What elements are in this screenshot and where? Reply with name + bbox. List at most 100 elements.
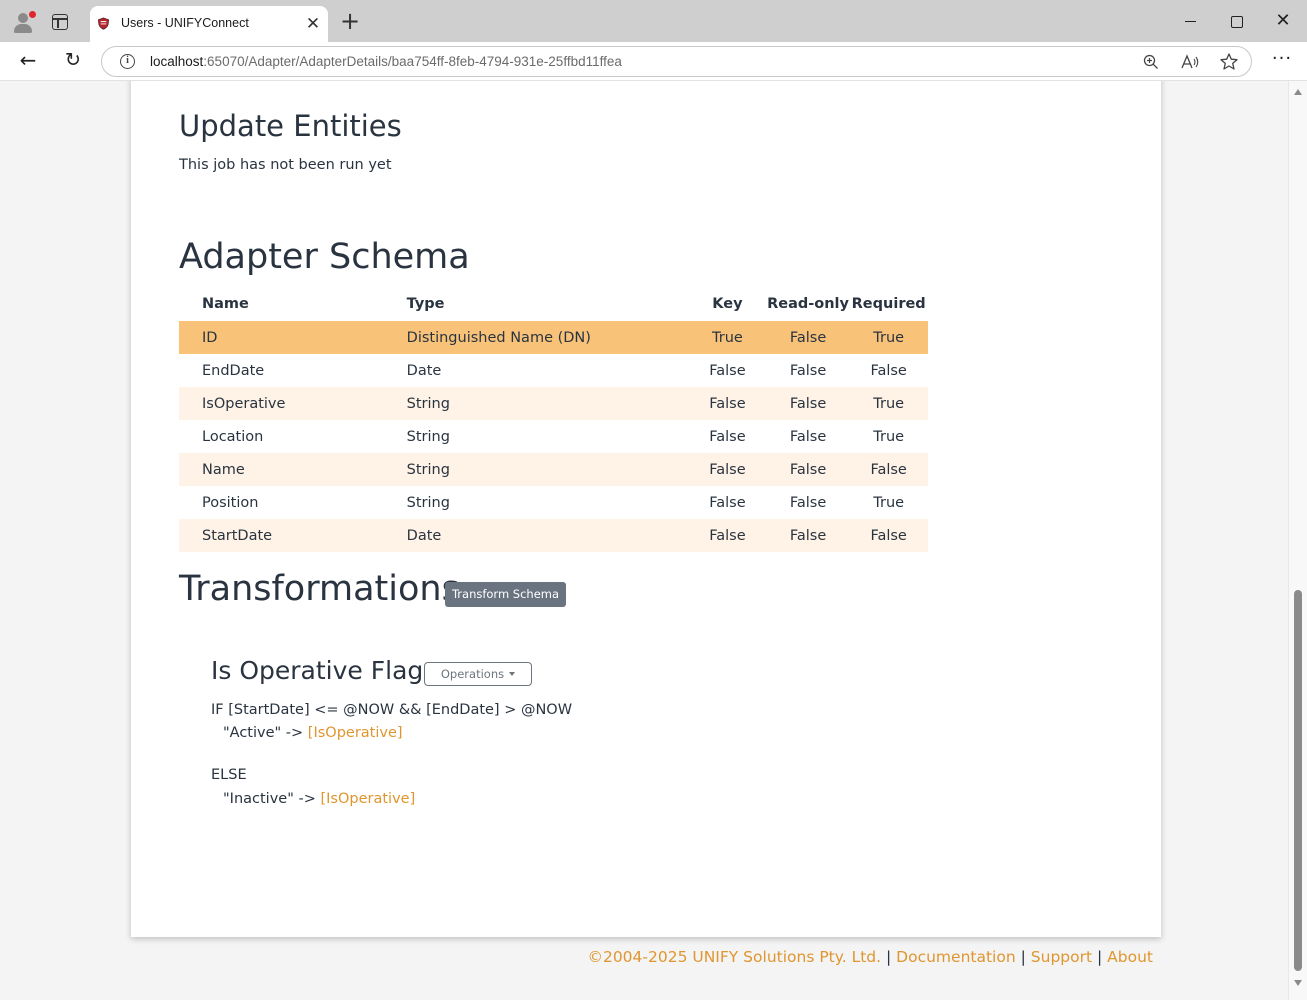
page-viewport: Update Entities This job has not been ru… (0, 81, 1288, 1000)
table-row[interactable]: IsOperative String False False True (179, 387, 928, 420)
scrollbar-thumb[interactable] (1294, 590, 1302, 971)
url-bar[interactable]: i localhost:65070/Adapter/AdapterDetails… (101, 46, 1252, 77)
cell-name: Position (202, 494, 259, 511)
tab-close-icon[interactable]: ✕ (303, 14, 323, 34)
star-icon[interactable] (1219, 52, 1239, 72)
documentation-link[interactable]: Documentation (896, 948, 1016, 966)
minimize-icon[interactable] (1180, 12, 1200, 32)
cell-name: IsOperative (179, 387, 384, 420)
transform-else-line: ELSE (211, 767, 247, 783)
cell-required: True (873, 494, 905, 511)
cell-readonly: False (766, 321, 850, 354)
browser-tab[interactable]: Users - UNIFYConnect ✕ (90, 6, 328, 42)
cell-key: False (709, 362, 746, 379)
browser-tab-strip: Users - UNIFYConnect ✕ + ✕ (0, 0, 1307, 42)
cell-type: Date (406, 362, 442, 379)
column-header-required: Required (851, 296, 926, 312)
table-row[interactable]: Position String False False True (179, 486, 928, 519)
cell-readonly: False (789, 428, 827, 445)
content-card: Update Entities This job has not been ru… (131, 81, 1161, 937)
cell-required: True (849, 321, 928, 354)
zoom-in-icon[interactable] (1142, 53, 1160, 71)
cell-name: ID (179, 321, 384, 354)
table-row[interactable]: ID Distinguished Name (DN) True False Tr… (179, 321, 928, 354)
table-header-row: Name Type Key Read-only Required (179, 287, 928, 321)
is-operative-flag-heading: Is Operative Flag (211, 656, 424, 685)
tab-actions-icon[interactable] (52, 14, 68, 30)
transform-else-value-line: "Inactive" -> [IsOperative] (223, 791, 415, 807)
column-header-readonly: Read-only (767, 296, 849, 312)
window-close-icon[interactable]: ✕ (1272, 10, 1294, 32)
table-row[interactable]: Location String False False True (179, 420, 928, 453)
cell-required: False (870, 362, 907, 379)
transform-if-line: IF [StartDate] <= @NOW && [EndDate] > @N… (211, 702, 573, 718)
read-aloud-icon[interactable] (1180, 53, 1200, 71)
operations-dropdown-button[interactable]: Operations (424, 662, 532, 686)
page-footer: ©2004-2025 UNIFY Solutions Pty. Ltd. | D… (587, 948, 1153, 966)
transform-then-line: "Active" -> [IsOperative] (223, 725, 403, 741)
adapter-schema-table: Name Type Key Read-only Required ID Dist… (179, 287, 928, 552)
cell-required: False (849, 519, 928, 552)
then-value: "Active" -> (223, 725, 304, 741)
transform-schema-button[interactable]: Transform Schema (445, 582, 566, 607)
cell-type: String (383, 453, 689, 486)
operations-label: Operations (440, 667, 505, 681)
cell-readonly: False (766, 519, 850, 552)
cell-key: False (688, 387, 767, 420)
cell-type: String (406, 494, 450, 511)
column-header-key: Key (712, 296, 743, 312)
cell-type: Date (383, 519, 689, 552)
column-header-type: Type (406, 296, 445, 312)
column-header-name: Name (202, 296, 249, 312)
refresh-icon[interactable]: ↻ (62, 49, 84, 71)
vertical-scrollbar[interactable] (1288, 81, 1307, 1000)
cell-type: Distinguished Name (DN) (383, 321, 689, 354)
cell-name: Location (202, 428, 264, 445)
update-entities-heading: Update Entities (179, 109, 402, 143)
new-tab-button[interactable]: + (338, 9, 362, 34)
cell-name: Name (179, 453, 384, 486)
cell-key: False (709, 494, 746, 511)
cell-required: True (849, 387, 928, 420)
footer-separator: | (886, 948, 892, 966)
cell-required: False (849, 453, 928, 486)
cell-required: True (873, 428, 905, 445)
caret-down-icon (509, 671, 516, 676)
cell-key: False (688, 453, 767, 486)
cell-name: EndDate (202, 362, 265, 379)
table-row[interactable]: Name String False False False (179, 453, 928, 486)
footer-separator: | (1020, 948, 1026, 966)
cell-name: StartDate (179, 519, 384, 552)
cell-key: True (688, 321, 767, 354)
tab-title: Users - UNIFYConnect (121, 16, 249, 30)
cell-type: String (383, 387, 689, 420)
update-entities-status: This job has not been run yet (179, 157, 392, 173)
info-icon[interactable]: i (120, 54, 135, 69)
url-text[interactable]: localhost:65070/Adapter/AdapterDetails/b… (150, 54, 622, 69)
cell-readonly: False (766, 453, 850, 486)
else-target-attribute: [IsOperative] (320, 791, 416, 807)
maximize-icon[interactable] (1226, 12, 1246, 32)
cell-readonly: False (766, 387, 850, 420)
else-value: "Inactive" -> (223, 791, 316, 807)
transformations-heading: Transformations (179, 569, 460, 609)
scroll-down-arrow-icon[interactable] (1294, 980, 1302, 986)
profile-icon[interactable] (10, 9, 36, 35)
support-link[interactable]: Support (1031, 948, 1092, 966)
cell-readonly: False (789, 362, 827, 379)
address-bar-row: ← ↻ i localhost:65070/Adapter/AdapterDet… (0, 42, 1307, 81)
about-link[interactable]: About (1107, 948, 1153, 966)
more-options-button[interactable]: ··· (1270, 49, 1294, 71)
table-row[interactable]: StartDate Date False False False (179, 519, 928, 552)
then-target-attribute: [IsOperative] (307, 725, 403, 741)
cell-key: False (709, 428, 746, 445)
url-host: localhost (150, 54, 204, 69)
scroll-up-arrow-icon[interactable] (1294, 89, 1302, 95)
adapter-schema-heading: Adapter Schema (179, 237, 470, 277)
table-row[interactable]: EndDate Date False False False (179, 354, 928, 387)
footer-separator: | (1097, 948, 1103, 966)
cell-key: False (688, 519, 767, 552)
back-arrow-icon[interactable]: ← (17, 49, 39, 71)
shield-favicon-icon (97, 17, 110, 30)
cell-type: String (406, 428, 450, 445)
